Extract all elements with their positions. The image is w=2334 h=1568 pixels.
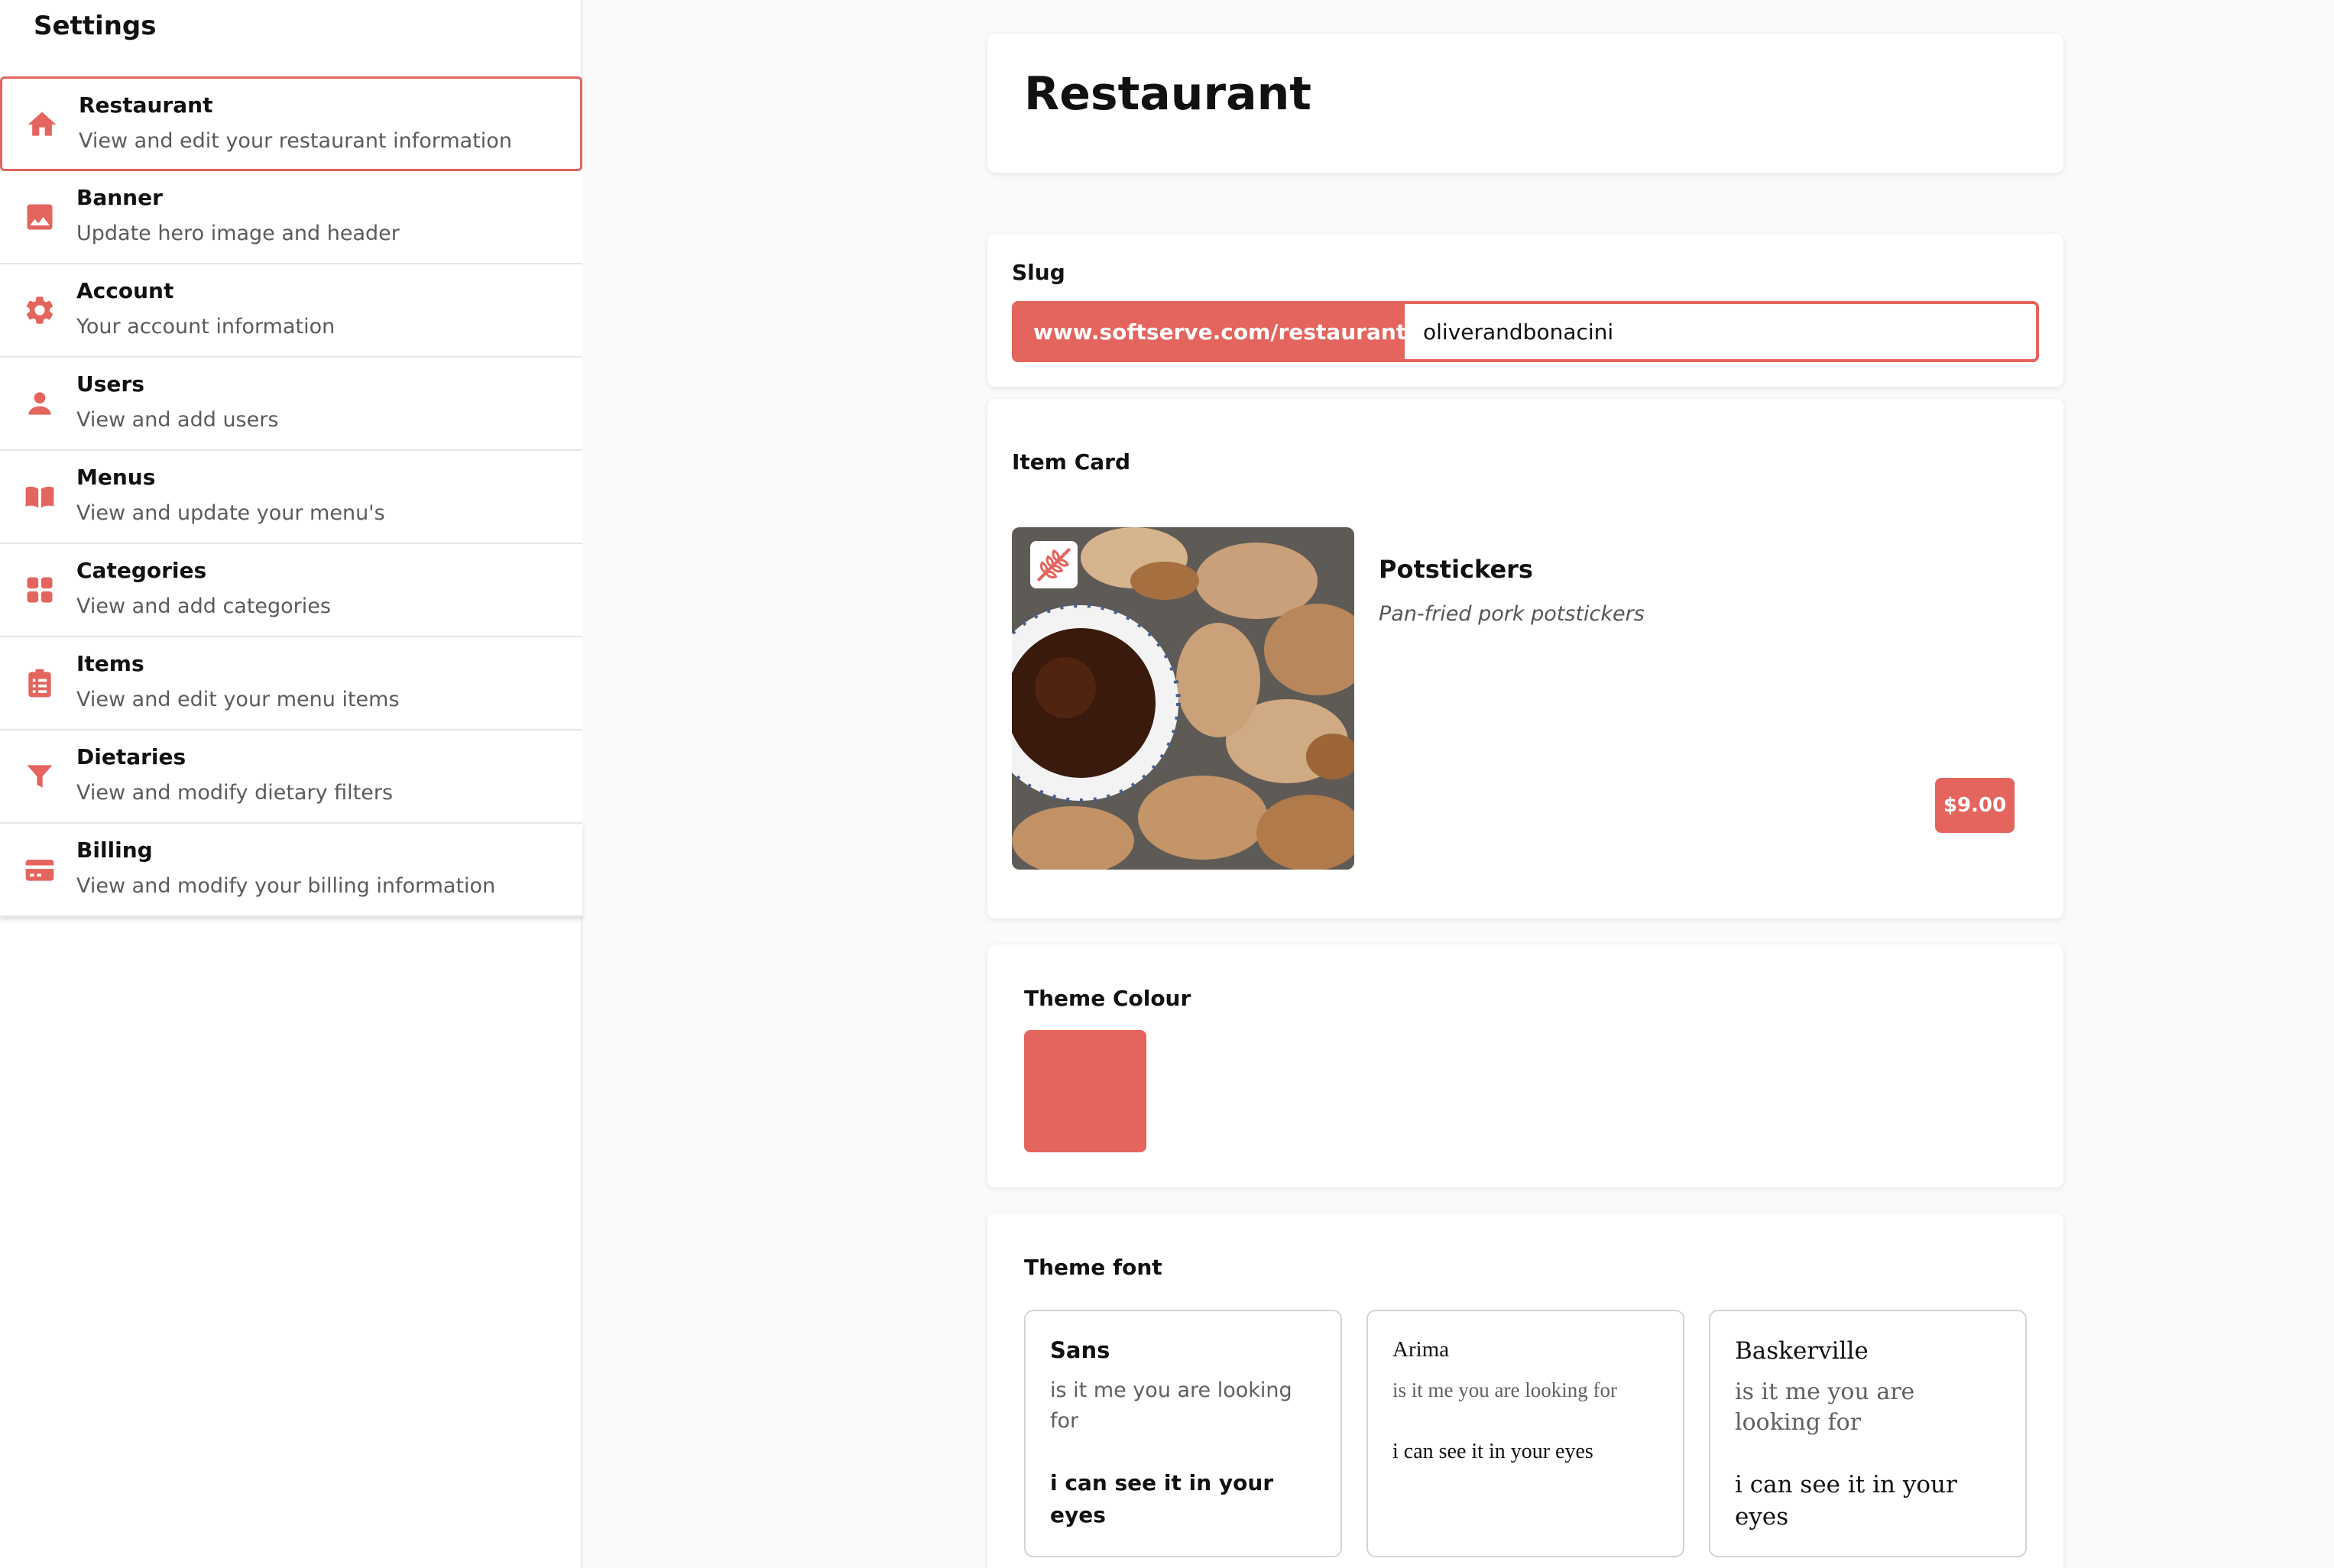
settings-nav: Restaurant View and edit your restaurant… [0, 76, 582, 917]
theme-colour-card: Theme Colour [987, 944, 2063, 1187]
slug-label: Slug [1012, 260, 1065, 285]
grid-icon [23, 573, 57, 607]
sidebar-item-restaurant[interactable]: Restaurant View and edit your restaurant… [0, 76, 582, 171]
sidebar-item-label: Dietaries [76, 744, 186, 769]
font-option-baskerville[interactable]: Baskerville is it me you are looking for… [1709, 1310, 2027, 1557]
theme-colour-label: Theme Colour [1024, 986, 1191, 1011]
sidebar-item-menus[interactable]: Menus View and update your menu's [0, 451, 582, 544]
sidebar-item-description: View and edit your restaurant informatio… [79, 129, 512, 153]
credit-card-icon [23, 853, 57, 886]
book-icon [23, 480, 57, 513]
price-badge: $9.00 [1935, 778, 2015, 833]
page-header-card: Restaurant [987, 34, 2063, 173]
slug-input[interactable] [1405, 304, 2036, 359]
font-option-sample: is it me you are looking for [1050, 1378, 1292, 1433]
font-option-sample: is it me you are looking for [1392, 1378, 1617, 1401]
user-icon [23, 387, 57, 420]
sidebar-item-label: Categories [76, 558, 207, 583]
font-option-sample-line: i can see it in your eyes [1392, 1440, 1593, 1463]
dietary-badge [1030, 541, 1078, 588]
sidebar-item-label: Restaurant [79, 92, 213, 118]
font-option-sans[interactable]: Sans is it me you are looking for i can … [1024, 1310, 1342, 1557]
font-option-name: Sans [1050, 1337, 1110, 1363]
sidebar-title: Settings [34, 11, 157, 41]
font-option-sample: is it me you are looking for [1735, 1378, 1915, 1436]
theme-font-card: Theme font Sans is it me you are looking… [987, 1213, 2063, 1568]
sidebar-item-label: Banner [76, 185, 163, 210]
font-option-name: Arima [1392, 1337, 1450, 1362]
page-title: Restaurant [1024, 67, 1311, 121]
sidebar-item-description: Update hero image and header [76, 222, 400, 245]
sidebar-item-description: View and add categories [76, 594, 331, 618]
sidebar-item-label: Menus [76, 465, 156, 490]
sidebar-item-billing[interactable]: Billing View and modify your billing inf… [0, 824, 582, 917]
item-card-preview: Item Card Potstickers Pan-fried pork pot… [987, 399, 2063, 918]
image-icon [23, 200, 57, 234]
sidebar-item-description: View and modify dietary filters [76, 781, 394, 805]
gear-icon [23, 293, 57, 327]
slug-card: Slug www.softserve.com/restaurants/ [987, 234, 2063, 387]
item-image [1012, 527, 1354, 870]
slug-field: www.softserve.com/restaurants/ [1012, 301, 2039, 362]
slug-prefix: www.softserve.com/restaurants/ [1015, 304, 1427, 359]
sidebar-item-description: View and update your menu's [76, 501, 385, 525]
clipboard-list-icon [23, 666, 57, 700]
home-icon [25, 108, 59, 141]
font-option-name: Baskerville [1735, 1337, 1869, 1365]
wheat-icon [1036, 547, 1071, 582]
sidebar-item-banner[interactable]: Banner Update hero image and header [0, 171, 582, 264]
sidebar-item-label: Items [76, 651, 144, 676]
settings-sidebar: Settings Restaurant View and edit your r… [0, 0, 582, 1568]
theme-font-label: Theme font [1024, 1255, 1162, 1280]
sidebar-item-description: View and add users [76, 408, 279, 432]
sidebar-item-description: View and edit your menu items [76, 688, 400, 711]
theme-colour-swatch[interactable] [1024, 1030, 1146, 1152]
sidebar-item-label: Users [76, 371, 144, 397]
sidebar-item-categories[interactable]: Categories View and add categories [0, 544, 582, 637]
font-option-sample-line: i can see it in your eyes [1050, 1470, 1274, 1528]
sidebar-item-label: Billing [76, 837, 153, 863]
sidebar-item-description: View and modify your billing information [76, 874, 496, 898]
item-name: Potstickers [1379, 555, 1533, 584]
sidebar-item-account[interactable]: Account Your account information [0, 264, 582, 358]
item-description: Pan-fried pork potstickers [1379, 602, 1645, 626]
filter-icon [23, 760, 57, 793]
sidebar-item-users[interactable]: Users View and add users [0, 358, 582, 451]
sidebar-item-label: Account [76, 278, 174, 303]
item-card-label: Item Card [1012, 449, 1131, 475]
font-option-arima[interactable]: Arima is it me you are looking for i can… [1366, 1310, 1684, 1557]
sidebar-item-dietaries[interactable]: Dietaries View and modify dietary filter… [0, 731, 582, 824]
sidebar-item-items[interactable]: Items View and edit your menu items [0, 637, 582, 731]
sidebar-item-description: Your account information [76, 315, 336, 339]
font-option-sample-line: i can see it in your eyes [1735, 1471, 1957, 1531]
